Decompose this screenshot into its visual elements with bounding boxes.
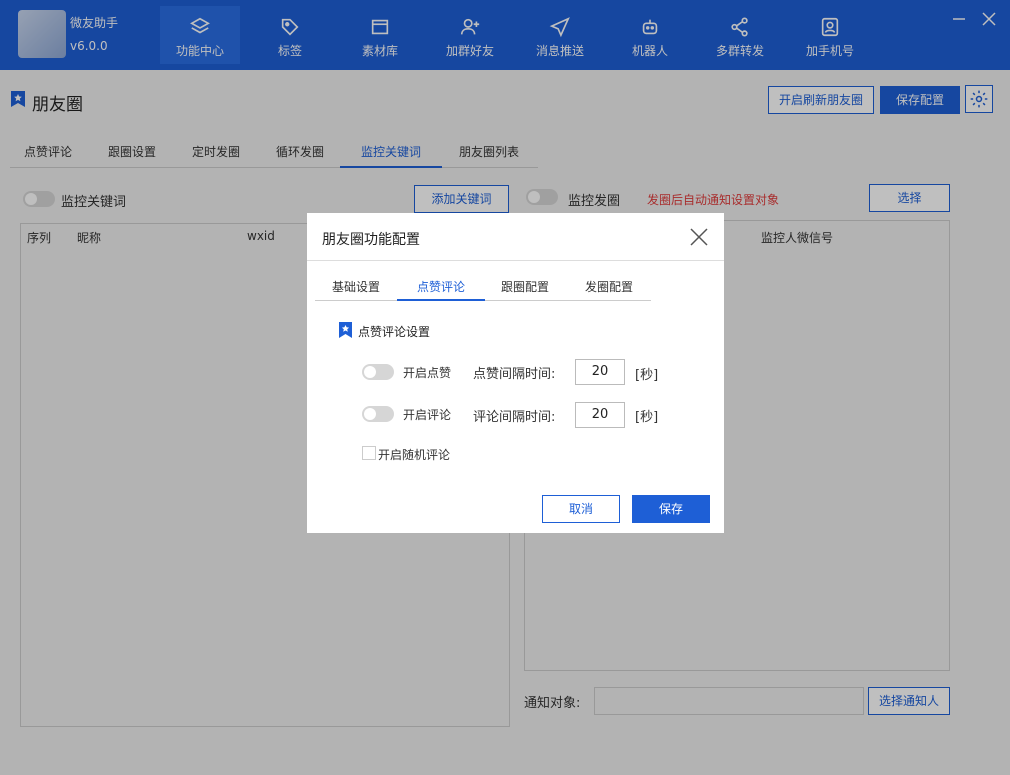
like-interval-unit: [秒]: [635, 368, 659, 383]
comment-interval-input[interactable]: 20: [575, 402, 625, 428]
dialog-tab-follow[interactable]: 跟圈配置: [487, 277, 563, 301]
random-comment-label: 开启随机评论: [378, 448, 451, 462]
comment-interval-label: 评论间隔时间:: [473, 410, 556, 425]
enable-comment-toggle[interactable]: [362, 406, 394, 422]
close-icon[interactable]: [688, 226, 710, 248]
enable-like-label: 开启点赞: [403, 366, 452, 380]
bookmark-star-icon: [338, 321, 353, 339]
dialog-tabs: 基础设置 点赞评论 跟圈配置 发圈配置: [315, 277, 651, 301]
dialog-title: 朋友圈功能配置: [322, 232, 420, 248]
random-comment-checkbox[interactable]: [362, 446, 376, 460]
moments-config-dialog: 朋友圈功能配置 基础设置 点赞评论 跟圈配置 发圈配置 点赞评论设置 开启点赞 …: [307, 213, 724, 533]
section-title: 点赞评论设置: [358, 325, 431, 339]
dialog-divider: [307, 260, 724, 261]
like-interval-label: 点赞间隔时间:: [473, 367, 556, 382]
dialog-tab-like-comment[interactable]: 点赞评论: [397, 277, 485, 301]
enable-comment-label: 开启评论: [403, 408, 452, 422]
save-button[interactable]: 保存: [632, 495, 710, 523]
like-interval-input[interactable]: 20: [575, 359, 625, 385]
app-window: 微友助手 v6.0.0 功能中心 标签 素材库 加群好友 消息推送 机器人 多群…: [0, 0, 1010, 775]
enable-like-toggle[interactable]: [362, 364, 394, 380]
cancel-button[interactable]: 取消: [542, 495, 620, 523]
dialog-tab-post[interactable]: 发圈配置: [571, 277, 647, 301]
comment-interval-unit: [秒]: [635, 410, 659, 425]
dialog-tab-basic[interactable]: 基础设置: [315, 277, 397, 301]
